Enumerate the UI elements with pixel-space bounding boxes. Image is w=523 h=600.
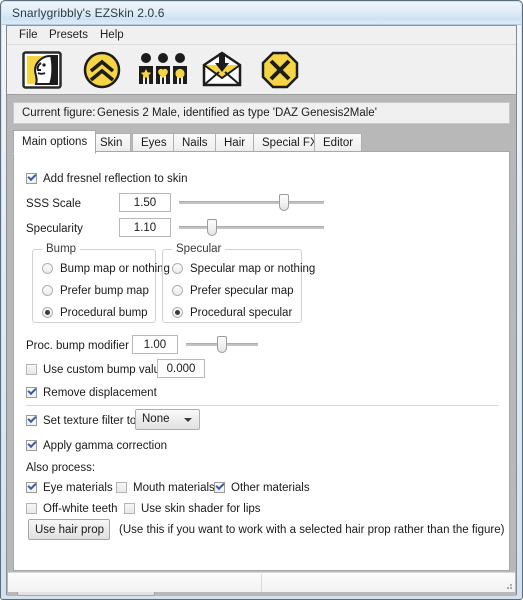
title-bar[interactable]: Snarlygribbly's EZSkin 2.0.6 bbox=[2, 2, 521, 25]
toolbar-button-cancel[interactable] bbox=[257, 48, 303, 92]
status-bar-divider bbox=[261, 574, 262, 592]
bump-group: Bump Bump map or nothing Prefer bump map… bbox=[32, 243, 170, 323]
checkbox-add-fresnel-reflection[interactable]: Add fresnel reflection to skin bbox=[26, 173, 187, 186]
current-figure-panel: Current figure: Genesis 2 Male, identifi… bbox=[13, 102, 510, 124]
custom-bump-value-input[interactable] bbox=[157, 359, 205, 378]
status-bar bbox=[8, 572, 515, 594]
use-hair-prop-button[interactable]: Use hair prop bbox=[28, 519, 110, 540]
tab-nails[interactable]: Nails bbox=[173, 133, 217, 152]
current-figure-label: Current figure: bbox=[22, 107, 96, 119]
specularity-label: Specularity bbox=[26, 223, 83, 235]
checkbox-use-skin-shader-for-lips[interactable]: Use skin shader for lips bbox=[124, 503, 261, 516]
menu-item-presets[interactable]: Presets bbox=[44, 29, 93, 41]
tab-strip: Main options Skin Eyes Nails Hair Specia… bbox=[13, 130, 510, 154]
specularity-slider-track bbox=[179, 226, 324, 229]
toolbar-button-figures[interactable] bbox=[137, 48, 187, 92]
toolbar-button-apply-up[interactable] bbox=[79, 48, 125, 92]
chevron-down-icon bbox=[184, 418, 192, 422]
proc-bump-modifier-input[interactable] bbox=[132, 335, 178, 354]
radio-prefer-specular-map[interactable]: Prefer specular map bbox=[172, 285, 294, 298]
specularity-input[interactable] bbox=[119, 218, 171, 237]
sss-scale-label: SSS Scale bbox=[26, 198, 81, 210]
window-frame-inner: Snarlygribbly's EZSkin 2.0.6 File Preset… bbox=[2, 2, 521, 598]
x-octagon-icon bbox=[257, 51, 303, 89]
sss-scale-slider[interactable] bbox=[179, 193, 324, 211]
tab-skin[interactable]: Skin bbox=[91, 133, 132, 152]
toolbar-button-save-preset[interactable] bbox=[199, 48, 245, 92]
tab-editor[interactable]: Editor bbox=[314, 133, 363, 152]
main-options-panel: Add fresnel reflection to skin SSS Scale… bbox=[13, 151, 510, 571]
status-bar-strip bbox=[8, 572, 515, 592]
envelope-download-icon bbox=[199, 51, 245, 89]
checkbox-use-custom-bump-value[interactable]: Use custom bump value: bbox=[26, 364, 170, 377]
radio-specular-map-or-nothing[interactable]: Specular map or nothing bbox=[172, 263, 315, 276]
application-window: Snarlygribbly's EZSkin 2.0.6 File Preset… bbox=[0, 0, 523, 600]
specularity-slider-thumb[interactable] bbox=[207, 219, 217, 236]
menu-item-file[interactable]: File bbox=[14, 29, 43, 41]
texture-filter-selected-value: None bbox=[142, 413, 170, 425]
menu-item-help[interactable]: Help bbox=[95, 29, 129, 41]
tab-main-options[interactable]: Main options bbox=[13, 130, 97, 154]
also-process-label: Also process: bbox=[26, 462, 96, 474]
radio-prefer-bump-map[interactable]: Prefer bump map bbox=[42, 285, 149, 298]
toolbar-button-face-profile[interactable] bbox=[19, 48, 65, 92]
window-title: Snarlygribbly's EZSkin 2.0.6 bbox=[12, 6, 165, 20]
double-chevron-up-circle-icon bbox=[79, 51, 125, 89]
bump-group-title: Bump bbox=[42, 243, 81, 255]
radio-bump-map-or-nothing[interactable]: Bump map or nothing bbox=[42, 263, 170, 276]
current-figure-value: Genesis 2 Male, identified as type 'DAZ … bbox=[97, 107, 377, 119]
sss-scale-slider-thumb[interactable] bbox=[279, 194, 289, 211]
sss-scale-input[interactable] bbox=[119, 193, 171, 212]
specular-group-title: Specular bbox=[172, 243, 226, 255]
checkbox-remove-displacement[interactable]: Remove displacement bbox=[26, 387, 157, 400]
tab-hair[interactable]: Hair bbox=[215, 133, 255, 152]
checkbox-apply-gamma-correction[interactable]: Apply gamma correction bbox=[26, 440, 167, 453]
proc-bump-modifier-slider[interactable] bbox=[186, 335, 258, 353]
checkbox-mouth-materials[interactable]: Mouth materials bbox=[116, 482, 215, 495]
client-area: File Presets Help Current figure: Genesi… bbox=[6, 25, 517, 596]
menu-bar: File Presets Help bbox=[7, 26, 516, 45]
face-profile-icon bbox=[19, 51, 65, 89]
sss-scale-slider-track bbox=[179, 201, 324, 204]
checkbox-eye-materials[interactable]: Eye materials bbox=[26, 482, 113, 495]
checkbox-set-texture-filter[interactable]: Set texture filter to: bbox=[26, 415, 140, 428]
specularity-slider[interactable] bbox=[179, 218, 324, 236]
radio-procedural-specular[interactable]: Procedural specular bbox=[172, 307, 292, 320]
separator-1 bbox=[26, 405, 499, 406]
three-people-icon bbox=[137, 51, 187, 89]
hair-prop-hint: (Use this if you want to work with a sel… bbox=[119, 524, 505, 536]
proc-bump-modifier-slider-thumb[interactable] bbox=[217, 336, 227, 353]
checkbox-off-white-teeth[interactable]: Off-white teeth bbox=[26, 503, 118, 516]
texture-filter-dropdown[interactable]: None bbox=[135, 409, 200, 430]
tab-eyes[interactable]: Eyes bbox=[132, 133, 176, 152]
checkbox-other-materials[interactable]: Other materials bbox=[214, 482, 310, 495]
resize-grip-icon[interactable] bbox=[503, 580, 513, 590]
radio-procedural-bump[interactable]: Procedural bump bbox=[42, 307, 148, 320]
proc-bump-modifier-label: Proc. bump modifier bbox=[26, 340, 129, 352]
toolbar bbox=[7, 45, 516, 95]
specular-group: Specular Specular map or nothing Prefer … bbox=[162, 243, 315, 323]
